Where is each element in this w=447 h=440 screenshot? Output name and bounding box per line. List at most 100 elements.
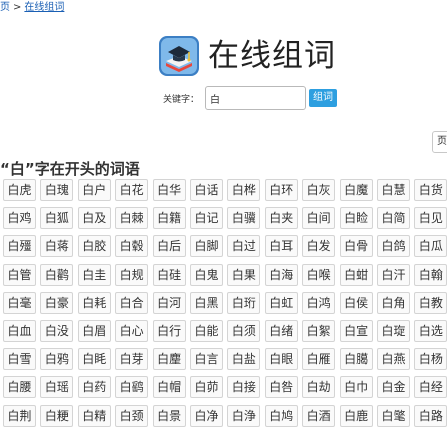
word-link[interactable]: 白鹿 (339, 404, 373, 427)
word-link[interactable]: 白鸿 (302, 291, 336, 314)
word-link[interactable]: 白后 (152, 235, 186, 258)
word-link[interactable]: 白臈 (339, 348, 373, 371)
breadcrumb-home-link[interactable]: 页 (0, 2, 10, 13)
word-link[interactable]: 白海 (264, 263, 298, 286)
word-link[interactable]: 白夹 (264, 207, 298, 230)
word-link[interactable]: 白金 (377, 376, 410, 399)
word-link[interactable]: 白蚶 (339, 263, 373, 286)
word-link[interactable]: 白宣 (339, 320, 373, 342)
word-link[interactable]: 白芽 (115, 348, 149, 371)
word-link[interactable]: 白及 (77, 207, 111, 230)
word-link[interactable]: 白灰 (302, 179, 336, 201)
word-link[interactable]: 白胶 (77, 235, 111, 258)
side-button[interactable]: 页 (432, 131, 447, 153)
word-link[interactable]: 白茆 (190, 376, 223, 399)
word-link[interactable]: 白虎 (3, 179, 36, 201)
word-link[interactable]: 白过 (227, 235, 261, 258)
word-link[interactable]: 白喉 (302, 263, 336, 286)
word-link[interactable]: 白见 (414, 207, 447, 230)
word-link[interactable]: 白心 (115, 320, 149, 342)
word-link[interactable]: 白能 (190, 320, 223, 342)
word-link[interactable]: 白汗 (377, 263, 410, 286)
word-link[interactable]: 白记 (190, 207, 223, 230)
word-link[interactable]: 白药 (77, 376, 111, 399)
word-link[interactable]: 白虹 (264, 291, 298, 314)
word-link[interactable]: 白选 (414, 320, 447, 342)
word-link[interactable]: 白骥 (227, 207, 261, 230)
word-link[interactable]: 白毫 (3, 291, 36, 314)
word-link[interactable]: 白没 (40, 320, 74, 342)
word-link[interactable]: 白珩 (227, 291, 261, 314)
word-link[interactable]: 白发 (302, 235, 336, 258)
word-link[interactable]: 白鸽 (377, 235, 410, 258)
word-link[interactable]: 白荆 (3, 404, 36, 427)
word-link[interactable]: 白浄 (227, 404, 261, 427)
word-link[interactable]: 白耗 (77, 291, 111, 314)
word-link[interactable]: 白慧 (377, 179, 410, 201)
word-link[interactable]: 白合 (115, 291, 149, 314)
word-link[interactable]: 白教 (414, 291, 447, 314)
word-link[interactable]: 白言 (190, 348, 223, 371)
word-link[interactable]: 白行 (152, 320, 186, 342)
word-link[interactable]: 白简 (377, 207, 410, 230)
word-link[interactable]: 白血 (3, 320, 36, 342)
word-link[interactable]: 白侯 (339, 291, 373, 314)
search-button[interactable]: 组词 (309, 89, 338, 107)
word-link[interactable]: 白琁 (377, 320, 410, 342)
word-link[interactable]: 白华 (152, 179, 186, 201)
search-input[interactable] (205, 86, 307, 110)
word-link[interactable]: 白巾 (339, 376, 373, 399)
word-link[interactable]: 白雪 (3, 348, 36, 371)
word-link[interactable]: 白瑶 (40, 376, 74, 399)
word-link[interactable]: 白籍 (152, 207, 186, 230)
word-link[interactable]: 白规 (115, 263, 149, 286)
word-link[interactable]: 白咎 (264, 376, 298, 399)
word-link[interactable]: 白话 (190, 179, 223, 201)
word-link[interactable]: 白眼 (264, 348, 298, 371)
word-link[interactable]: 白棘 (115, 207, 149, 230)
word-link[interactable]: 白景 (152, 404, 186, 427)
word-link[interactable]: 白颈 (115, 404, 149, 427)
word-link[interactable]: 白耳 (264, 235, 298, 258)
word-link[interactable]: 白硅 (152, 263, 186, 286)
word-link[interactable]: 白盐 (227, 348, 261, 371)
word-link[interactable]: 白脚 (190, 235, 223, 258)
word-link[interactable]: 白骨 (339, 235, 373, 258)
word-link[interactable]: 白接 (227, 376, 261, 399)
word-link[interactable]: 白河 (152, 291, 186, 314)
breadcrumb-current-link[interactable]: 在线组词 (24, 2, 64, 13)
word-link[interactable]: 白果 (227, 263, 261, 286)
word-link[interactable]: 白燕 (377, 348, 410, 371)
word-link[interactable]: 白粳 (40, 404, 74, 427)
word-link[interactable]: 白杨 (414, 348, 447, 371)
word-link[interactable]: 白环 (264, 179, 298, 201)
word-link[interactable]: 白管 (3, 263, 36, 286)
word-link[interactable]: 白角 (377, 291, 410, 314)
word-link[interactable]: 白眉 (77, 320, 111, 342)
word-link[interactable]: 白絮 (302, 320, 336, 342)
word-link[interactable]: 白圭 (77, 263, 111, 286)
word-link[interactable]: 白桦 (227, 179, 261, 201)
word-link[interactable]: 白眊 (77, 348, 111, 371)
word-link[interactable]: 白氅 (377, 404, 410, 427)
word-link[interactable]: 白鸠 (264, 404, 298, 427)
word-link[interactable]: 白豪 (40, 291, 74, 314)
word-link[interactable]: 白狐 (40, 207, 74, 230)
word-link[interactable]: 白翰 (414, 263, 447, 286)
word-link[interactable]: 白蒋 (40, 235, 74, 258)
word-link[interactable]: 白绪 (264, 320, 298, 342)
word-link[interactable]: 白帽 (152, 376, 186, 399)
word-link[interactable]: 白瓜 (414, 235, 447, 258)
word-link[interactable]: 白酒 (302, 404, 336, 427)
word-link[interactable]: 白腰 (3, 376, 36, 399)
word-link[interactable]: 白货 (414, 179, 447, 201)
word-link[interactable]: 白鸡 (3, 207, 36, 230)
word-link[interactable]: 白睑 (339, 207, 373, 230)
word-link[interactable]: 白须 (227, 320, 261, 342)
word-link[interactable]: 白净 (190, 404, 223, 427)
word-link[interactable]: 白户 (77, 179, 111, 201)
word-link[interactable]: 白魔 (339, 179, 373, 201)
word-link[interactable]: 白间 (302, 207, 336, 230)
word-link[interactable]: 白鸦 (40, 348, 74, 371)
word-link[interactable]: 白毂 (115, 235, 149, 258)
